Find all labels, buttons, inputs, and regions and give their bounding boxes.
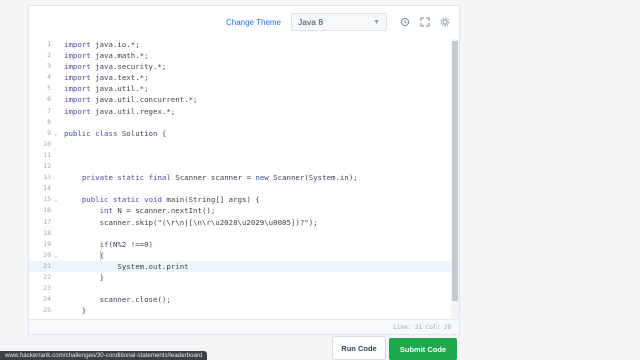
line-number: 8 bbox=[47, 117, 51, 126]
code-line[interactable]: 17 scanner.skip("(\r\n|[\n\r\u2028\u2029… bbox=[29, 217, 453, 228]
line-number: 17 bbox=[43, 217, 51, 226]
line-number: 18 bbox=[43, 228, 51, 237]
fullscreen-icon[interactable] bbox=[419, 16, 431, 28]
code-line[interactable]: 18 bbox=[29, 228, 453, 239]
line-number: 10 bbox=[43, 139, 51, 148]
code-line[interactable]: 19 if(N%2 !==0) bbox=[29, 239, 453, 250]
line-number: 22 bbox=[43, 272, 51, 281]
run-code-button[interactable]: Run Code bbox=[332, 336, 386, 360]
line-number: 23 bbox=[43, 284, 51, 293]
code-line[interactable]: 14 bbox=[29, 183, 453, 194]
line-number: 20 bbox=[43, 250, 51, 259]
line-number: 16 bbox=[43, 206, 51, 215]
code-text: import java.security.*; bbox=[64, 62, 167, 72]
line-number: 11 bbox=[43, 150, 51, 159]
language-select-value: Java 8 bbox=[298, 17, 324, 27]
code-line[interactable]: 2 import java.math.*; bbox=[29, 50, 453, 61]
fold-arrow-icon[interactable]: ⌄ bbox=[54, 128, 60, 139]
code-area[interactable]: 1 import java.io.*; 2 import java.math.*; 3 i… bbox=[29, 39, 453, 321]
fold-arrow-icon[interactable]: ⌄ bbox=[54, 194, 60, 205]
code-line[interactable]: 3 import java.security.*; bbox=[29, 61, 453, 72]
history-icon[interactable] bbox=[399, 16, 411, 28]
code-text: scanner.close(); bbox=[64, 295, 171, 305]
code-text: scanner.skip("(\r\n|[\n\r\u2028\u2029\u0… bbox=[64, 217, 318, 227]
code-line[interactable]: 23 bbox=[29, 283, 453, 294]
code-line[interactable]: 8 bbox=[29, 117, 453, 128]
code-text: if(N%2 !==0) bbox=[99, 239, 154, 249]
line-number: 2 bbox=[47, 51, 51, 60]
code-line[interactable]: 22 } bbox=[29, 272, 453, 283]
code-line[interactable]: 12 bbox=[29, 161, 453, 172]
code-text: System.out.print bbox=[64, 261, 189, 271]
code-text: import java.text.*; bbox=[64, 73, 149, 83]
code-line[interactable]: 5 import java.util.*; bbox=[29, 83, 453, 94]
code-line[interactable]: 20 ⌄ { bbox=[29, 250, 453, 261]
editor-toolbar: Change Theme Java 8 ▼ bbox=[29, 6, 459, 38]
line-number: 3 bbox=[47, 62, 51, 71]
line-number: 24 bbox=[43, 295, 51, 304]
code-line[interactable]: 6 import java.util.concurrent.*; bbox=[29, 94, 453, 105]
submit-code-button[interactable]: Submit Code bbox=[389, 338, 457, 360]
code-line[interactable]: 7 import java.util.regex.*; bbox=[29, 106, 453, 117]
code-text: public static void main(String[] args) { bbox=[81, 195, 260, 205]
code-line[interactable]: 13 private static final Scanner scanner … bbox=[29, 172, 453, 183]
code-editor-panel: Change Theme Java 8 ▼ 1 import java.io.*;… bbox=[28, 5, 460, 335]
code-line[interactable]: 15 ⌄ public static void main(String[] arg… bbox=[29, 194, 453, 205]
code-line[interactable]: 24 scanner.close(); bbox=[29, 294, 453, 305]
line-number: 12 bbox=[43, 162, 51, 171]
code-line[interactable]: 1 import java.io.*; bbox=[29, 39, 453, 50]
cursor-position: Line: 21 Col: 29 bbox=[393, 323, 451, 331]
code-line[interactable]: 9 ⌄ public class Solution { bbox=[29, 128, 453, 139]
code-line[interactable]: 10 bbox=[29, 139, 453, 150]
code-text: } bbox=[64, 272, 105, 282]
scrollbar-thumb[interactable] bbox=[452, 41, 458, 301]
code-text: import java.util.regex.*; bbox=[64, 106, 176, 116]
code-text: } bbox=[64, 306, 87, 316]
line-number: 25 bbox=[43, 306, 51, 315]
language-select[interactable]: Java 8 ▼ bbox=[291, 13, 387, 31]
settings-icon[interactable] bbox=[439, 16, 451, 28]
line-number: 13 bbox=[43, 173, 51, 182]
code-text: int N = scanner.nextInt(); bbox=[99, 206, 216, 216]
code-text: { bbox=[64, 250, 105, 260]
indent-guide bbox=[100, 250, 101, 261]
code-line[interactable]: 4 import java.text.*; bbox=[29, 72, 453, 83]
code-text: import java.io.*; bbox=[64, 40, 140, 49]
code-text: public class Solution { bbox=[64, 128, 167, 138]
line-number: 6 bbox=[47, 95, 51, 104]
fold-arrow-icon[interactable]: ⌄ bbox=[54, 250, 60, 261]
line-number: 4 bbox=[47, 73, 51, 82]
code-text: import java.util.concurrent.*; bbox=[64, 95, 198, 105]
browser-status-url: www.hackerrank.com/challenges/30-conditi… bbox=[0, 351, 208, 360]
code-text: private static final Scanner scanner = n… bbox=[81, 173, 358, 183]
line-number: 7 bbox=[47, 106, 51, 115]
line-number: 21 bbox=[43, 261, 51, 270]
line-number: 9 bbox=[47, 128, 51, 137]
chevron-down-icon: ▼ bbox=[373, 18, 380, 26]
line-number: 15 bbox=[43, 195, 51, 204]
line-number: 14 bbox=[43, 184, 51, 193]
code-line[interactable]: 11 bbox=[29, 150, 453, 161]
code-text: import java.math.*; bbox=[64, 51, 149, 61]
code-line[interactable]: 21 System.out.print bbox=[29, 260, 453, 272]
editor-status-bar: Line: 21 Col: 29 bbox=[29, 319, 459, 334]
change-theme-link[interactable]: Change Theme bbox=[226, 18, 281, 27]
line-number: 19 bbox=[43, 239, 51, 248]
code-line[interactable]: 16 int N = scanner.nextInt(); bbox=[29, 205, 453, 216]
line-number: 1 bbox=[47, 40, 51, 48]
code-line[interactable]: 25 } bbox=[29, 305, 453, 316]
line-number: 5 bbox=[47, 84, 51, 93]
code-text: import java.util.*; bbox=[64, 84, 149, 94]
